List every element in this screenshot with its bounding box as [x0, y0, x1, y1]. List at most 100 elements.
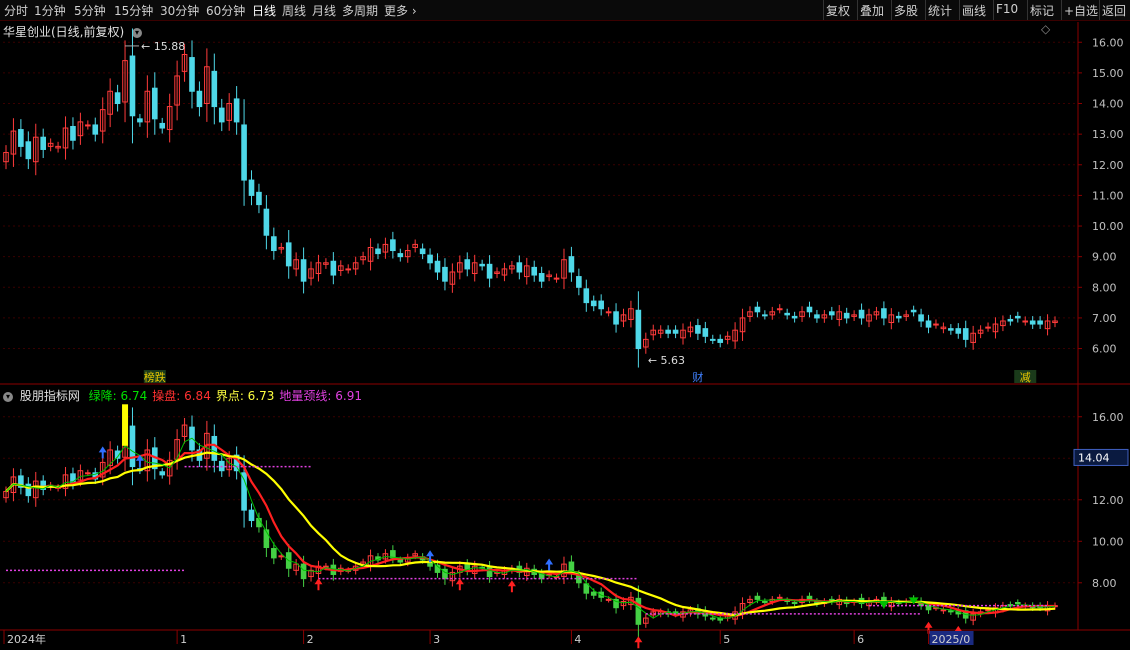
y-tick-label: 14.00: [1092, 98, 1124, 111]
candle-body: [434, 260, 441, 273]
x-tick-label: 1: [180, 633, 187, 646]
candle-body: [762, 314, 768, 317]
y-tick-label: 16.00: [1092, 36, 1124, 49]
candle-body: [300, 259, 307, 282]
candle-body: [330, 260, 337, 276]
candle-body: [285, 242, 292, 267]
candle-body: [241, 124, 247, 181]
indicator-candle-body: [806, 595, 813, 600]
candle-body: [263, 208, 270, 236]
indicator-line-0: [5, 443, 1055, 618]
indicator-candle-body: [583, 583, 590, 594]
y-tick-label: 9.00: [1092, 251, 1117, 264]
candle-body: [256, 191, 262, 206]
y-tick-label: 11.00: [1092, 189, 1124, 202]
up-arrow-icon: [314, 578, 323, 591]
y-tick-label: 10.00: [1092, 220, 1124, 233]
candle-body: [895, 315, 902, 319]
candle-body: [672, 329, 679, 334]
candle-body: [137, 118, 143, 123]
indicator-candle-body: [397, 559, 404, 563]
indicator-candle-body: [248, 509, 255, 522]
candle-body: [159, 122, 166, 129]
candle-body: [70, 125, 76, 141]
x-tick-label: 2: [307, 633, 314, 646]
indicator-candle-body: [241, 472, 247, 511]
high-label: ← 15.88: [141, 40, 185, 53]
x-tick-label: 3: [433, 633, 440, 646]
candle-body: [948, 328, 954, 331]
candle-body: [390, 239, 396, 252]
candle-body: [955, 328, 962, 334]
y-tick-label: 8.00: [1092, 577, 1117, 590]
candle-body: [590, 300, 597, 307]
candle-body: [918, 314, 924, 322]
candle-body: [538, 273, 545, 282]
candle-body: [211, 70, 218, 108]
candle-body: [881, 308, 887, 319]
indicator-line-2: [5, 437, 1056, 619]
indicator-candle-body: [85, 472, 91, 475]
candle-body: [613, 311, 619, 325]
candle-body: [784, 312, 790, 316]
candle-body: [419, 248, 426, 255]
indicator-candle-body: [271, 548, 277, 559]
candle-body: [605, 311, 612, 314]
candle-body: [18, 129, 24, 147]
candle-body: [806, 306, 813, 313]
y-tick-label: 7.00: [1092, 312, 1117, 325]
candle-body: [114, 92, 121, 105]
candle-body: [218, 107, 225, 123]
indicator-candle-body: [211, 435, 218, 461]
candle-body: [665, 329, 671, 334]
candle-body: [248, 179, 255, 196]
candle-body: [189, 57, 195, 92]
candle-body: [843, 312, 850, 319]
y-tick-label: 6.00: [1092, 343, 1117, 356]
indicator-candle-body: [754, 595, 761, 600]
x-tick-label: 2025/0: [932, 633, 971, 646]
candle-body: [985, 326, 991, 329]
candle-body: [442, 266, 448, 282]
yellow-marker: [122, 404, 129, 446]
candle-body: [345, 268, 352, 271]
candle-body: [814, 314, 820, 319]
candle-body: [85, 124, 91, 127]
candle-body: [479, 263, 485, 267]
candle-body: [1029, 320, 1036, 325]
y-tick-label: 10.00: [1092, 535, 1124, 548]
y-tick-label: 15.00: [1092, 67, 1124, 80]
price-chart[interactable]: 16.0015.0014.0013.0012.0011.0010.009.008…: [0, 0, 1130, 650]
indicator-candle-body: [129, 425, 136, 468]
candle-body: [531, 266, 538, 276]
candle-body: [464, 259, 471, 270]
indicator-candle-body: [486, 566, 493, 578]
candle-body: [553, 277, 560, 280]
candle-body: [568, 256, 575, 273]
candle-body: [1022, 320, 1029, 323]
indicator-candle-body: [985, 609, 991, 612]
candle-body: [40, 136, 47, 150]
indicator-candle-body: [948, 610, 954, 613]
candle-body: [583, 288, 590, 304]
candle-body: [576, 276, 582, 288]
down-arrow-icon: [878, 601, 889, 609]
candle-body: [427, 254, 433, 264]
indicator-line-1: [5, 451, 1056, 617]
cursor-price-label: 14.04: [1078, 451, 1110, 464]
candle-body: [635, 309, 642, 350]
candle-body: [516, 262, 523, 273]
candle-body: [829, 311, 835, 316]
candle-body: [962, 328, 969, 340]
candle-body: [151, 87, 158, 120]
candle-body: [25, 141, 32, 160]
candle-body: [92, 124, 99, 135]
candle-body: [233, 98, 240, 123]
indicator-candle-body: [590, 591, 597, 596]
indicator-candle-body: [709, 617, 716, 620]
candle-body: [375, 248, 381, 255]
candle-body: [910, 309, 917, 313]
candle-body: [695, 325, 701, 334]
candle-body: [196, 90, 203, 108]
low-label: ← 5.63: [648, 354, 685, 367]
